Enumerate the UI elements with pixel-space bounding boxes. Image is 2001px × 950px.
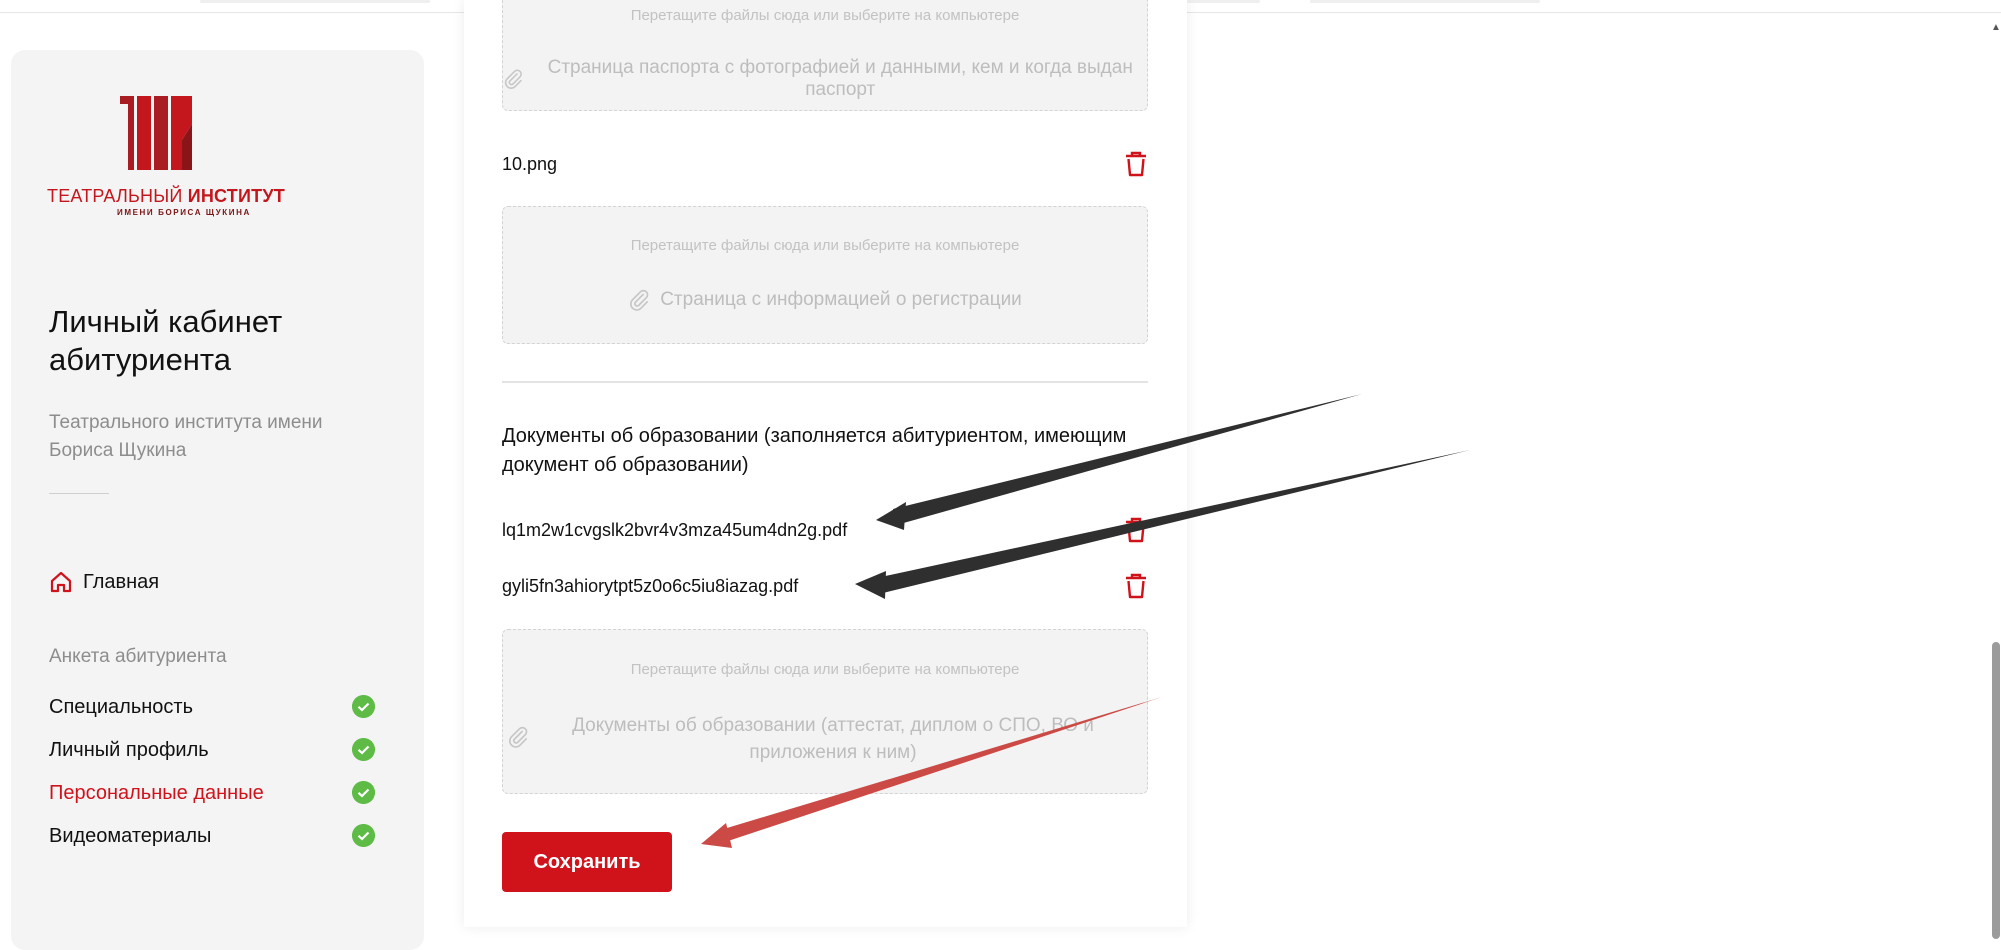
- nav-item-label: Персональные данные: [49, 782, 264, 804]
- questionnaire-nav: Специальность Личный профиль Персональны…: [49, 686, 399, 858]
- passport-dropzone[interactable]: Перетащите файлы сюда или выберите на ко…: [502, 0, 1148, 111]
- top-strip-segment: [1180, 0, 1260, 3]
- trash-icon[interactable]: [1124, 573, 1148, 599]
- dropzone-label: Страница паспорта с фотографией и данным…: [503, 57, 1147, 101]
- paperclip-icon: [509, 726, 528, 748]
- section-divider: [502, 381, 1148, 383]
- check-icon: [352, 824, 375, 847]
- registration-dropzone[interactable]: Перетащите файлы сюда или выберите на ко…: [502, 206, 1148, 344]
- file-name: 10.png: [502, 153, 558, 174]
- check-icon: [352, 781, 375, 804]
- nav-home-label: Главная: [83, 570, 160, 593]
- nav-item-label: Видеоматериалы: [49, 825, 212, 847]
- check-icon: [352, 738, 375, 761]
- sidebar-divider: [49, 493, 109, 494]
- nav-item-specialty[interactable]: Специальность: [49, 686, 399, 729]
- file-name: lq1m2w1cvgslk2bvr4v3mza45um4dn2g.pdf: [502, 519, 848, 540]
- top-strip-segment: [1310, 0, 1540, 3]
- page-scrollbar[interactable]: ▲: [1990, 12, 2001, 939]
- sidebar: ТЕАТРАЛЬНЫЙ ИНСТИТУТ ИМЕНИ БОРИСА ЩУКИНА…: [11, 50, 424, 950]
- paperclip-icon: [630, 289, 649, 311]
- education-dropzone[interactable]: Перетащите файлы сюда или выберите на ко…: [502, 629, 1148, 794]
- questionnaire-section-label: Анкета абитуриента: [49, 646, 227, 667]
- dropzone-label: Страница с информацией о регистрации: [503, 289, 1147, 311]
- dropzone-hint: Перетащите файлы сюда или выберите на ко…: [630, 7, 1020, 24]
- nav-item-profile[interactable]: Личный профиль: [49, 729, 399, 772]
- institute-logo-mark: [120, 96, 192, 170]
- uploaded-file-row: lq1m2w1cvgslk2bvr4v3mza45um4dn2g.pdf: [502, 515, 1148, 545]
- documents-form: Перетащите файлы сюда или выберите на ко…: [464, 0, 1187, 927]
- nav-home-link[interactable]: Главная: [49, 570, 159, 594]
- scrollbar-thumb[interactable]: [1992, 642, 2000, 939]
- nav-item-label: Личный профиль: [49, 739, 209, 761]
- dropzone-hint: Перетащите файлы сюда или выберите на ко…: [630, 237, 1020, 254]
- check-icon: [352, 695, 375, 718]
- trash-icon[interactable]: [1124, 517, 1148, 543]
- scroll-up-arrow-icon[interactable]: ▲: [1991, 22, 2001, 33]
- uploaded-file-row: gyli5fn3ahiorytpt5z0o6c5iu8iazag.pdf: [502, 571, 1148, 601]
- uploaded-file-row: 10.png: [502, 149, 1148, 179]
- trash-icon[interactable]: [1124, 151, 1148, 177]
- education-section-title: Документы об образовании (заполняется аб…: [502, 425, 1127, 476]
- institute-logo[interactable]: ТЕАТРАЛЬНЫЙ ИНСТИТУТ ИМЕНИ БОРИСА ЩУКИНА: [47, 96, 285, 226]
- file-name: gyli5fn3ahiorytpt5z0o6c5iu8iazag.pdf: [502, 575, 799, 596]
- nav-item-personal-data[interactable]: Персональные данные: [49, 772, 399, 815]
- nav-item-video[interactable]: Видеоматериалы: [49, 815, 399, 858]
- save-button[interactable]: Сохранить: [502, 832, 672, 892]
- nav-item-label: Специальность: [49, 696, 193, 718]
- dropzone-hint: Перетащите файлы сюда или выберите на ко…: [630, 661, 1020, 678]
- logo-subtitle: ИМЕНИ БОРИСА ЩУКИНА: [117, 208, 251, 217]
- cabinet-title: Личный кабинет абитуриента: [49, 304, 283, 377]
- home-icon: [50, 571, 72, 593]
- dropzone-label: Документы об образовании (аттестат, дипл…: [572, 715, 1094, 763]
- paperclip-icon: [504, 69, 522, 89]
- top-strip-segment: [200, 0, 430, 3]
- cabinet-subtitle: Театрального института имени Бориса Щуки…: [49, 412, 323, 461]
- logo-title: ТЕАТРАЛЬНЫЙ ИНСТИТУТ: [47, 186, 285, 206]
